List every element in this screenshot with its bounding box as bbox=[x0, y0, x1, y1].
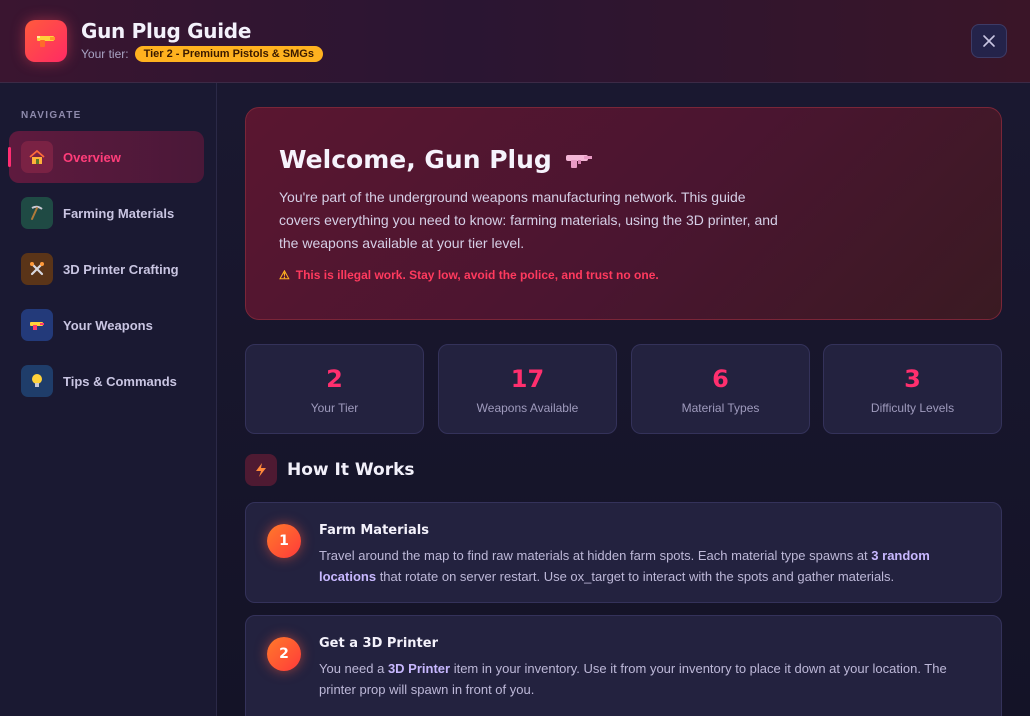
step-number: 2 bbox=[267, 637, 301, 671]
gun-icon bbox=[21, 309, 53, 341]
sidebar: NAVIGATE Overview Farming Materials 3D P… bbox=[0, 83, 217, 716]
stat-label: Material Types bbox=[681, 401, 760, 415]
step-text: Travel around the map to find raw materi… bbox=[319, 548, 930, 584]
warning-text: This is illegal work. Stay low, avoid th… bbox=[295, 268, 659, 282]
close-button[interactable] bbox=[971, 24, 1007, 58]
lightbulb-icon bbox=[21, 365, 53, 397]
stat-card-weapons: 17 Weapons Available bbox=[438, 344, 617, 434]
sidebar-item-label: Your Weapons bbox=[63, 317, 153, 333]
lightning-icon bbox=[245, 454, 277, 486]
sidebar-item-overview[interactable]: Overview bbox=[8, 131, 204, 183]
sidebar-item-3d-printer-crafting[interactable]: 3D Printer Crafting bbox=[9, 243, 204, 295]
stat-value: 3 bbox=[904, 365, 921, 393]
step-card-3d-printer: 2 Get a 3D Printer You need a 3D Printer… bbox=[245, 615, 1002, 716]
sidebar-item-label: Farming Materials bbox=[63, 205, 175, 221]
welcome-card: Welcome, Gun Plug You're part of the und… bbox=[245, 107, 1002, 320]
stat-value: 17 bbox=[510, 365, 545, 393]
stat-label: Your Tier bbox=[310, 401, 359, 415]
warning-icon: ⚠ bbox=[279, 268, 290, 282]
stat-label: Weapons Available bbox=[476, 401, 579, 415]
stat-value: 2 bbox=[326, 365, 343, 393]
sidebar-item-tips-commands[interactable]: Tips & Commands bbox=[9, 355, 204, 407]
sidebar-item-farming-materials[interactable]: Farming Materials bbox=[9, 187, 204, 239]
step-text-highlight: 3D Printer bbox=[387, 661, 451, 676]
step-title: Farm Materials bbox=[319, 523, 429, 538]
warning-message: ⚠ This is illegal work. Stay low, avoid … bbox=[279, 268, 659, 282]
step-number: 1 bbox=[267, 524, 301, 558]
tools-icon bbox=[21, 253, 53, 285]
step-title: Get a 3D Printer bbox=[319, 636, 438, 651]
tier-row: Your tier: Tier 2 - Premium Pistols & SM… bbox=[81, 46, 323, 62]
nav-heading: NAVIGATE bbox=[21, 110, 82, 121]
step-text: You need a 3D Printer item in your inven… bbox=[319, 661, 947, 697]
sidebar-item-label: Tips & Commands bbox=[63, 373, 177, 389]
close-icon bbox=[983, 35, 995, 47]
stat-label: Difficulty Levels bbox=[870, 401, 955, 415]
welcome-title-text: Welcome, Gun Plug bbox=[279, 145, 552, 174]
guide-window: Gun Plug Guide Your tier: Tier 2 - Premi… bbox=[0, 0, 1030, 716]
sidebar-item-label: Overview bbox=[63, 149, 121, 165]
welcome-title: Welcome, Gun Plug bbox=[279, 145, 594, 174]
header: Gun Plug Guide Your tier: Tier 2 - Premi… bbox=[0, 0, 1030, 83]
stat-card-difficulty: 3 Difficulty Levels bbox=[823, 344, 1002, 434]
welcome-text: You're part of the underground weapons m… bbox=[279, 189, 778, 251]
sidebar-item-your-weapons[interactable]: Your Weapons bbox=[9, 299, 204, 351]
how-it-works-header: How It Works bbox=[245, 454, 415, 486]
main-content: Welcome, Gun Plug You're part of the und… bbox=[217, 83, 1030, 716]
tier-badge: Tier 2 - Premium Pistols & SMGs bbox=[134, 46, 323, 62]
pickaxe-icon bbox=[21, 197, 53, 229]
sidebar-item-label: 3D Printer Crafting bbox=[63, 261, 179, 277]
section-title: How It Works bbox=[287, 460, 415, 480]
stat-value: 6 bbox=[712, 365, 729, 393]
stat-card-materials: 6 Material Types bbox=[631, 344, 810, 434]
tier-label: Your tier: bbox=[81, 47, 129, 61]
stat-card-tier: 2 Your Tier bbox=[245, 344, 424, 434]
gun-icon bbox=[25, 20, 67, 62]
app-title: Gun Plug Guide bbox=[81, 19, 252, 43]
house-icon bbox=[21, 141, 53, 173]
step-card-farm-materials: 1 Farm Materials Travel around the map t… bbox=[245, 502, 1002, 603]
water-pistol-icon bbox=[565, 154, 592, 168]
